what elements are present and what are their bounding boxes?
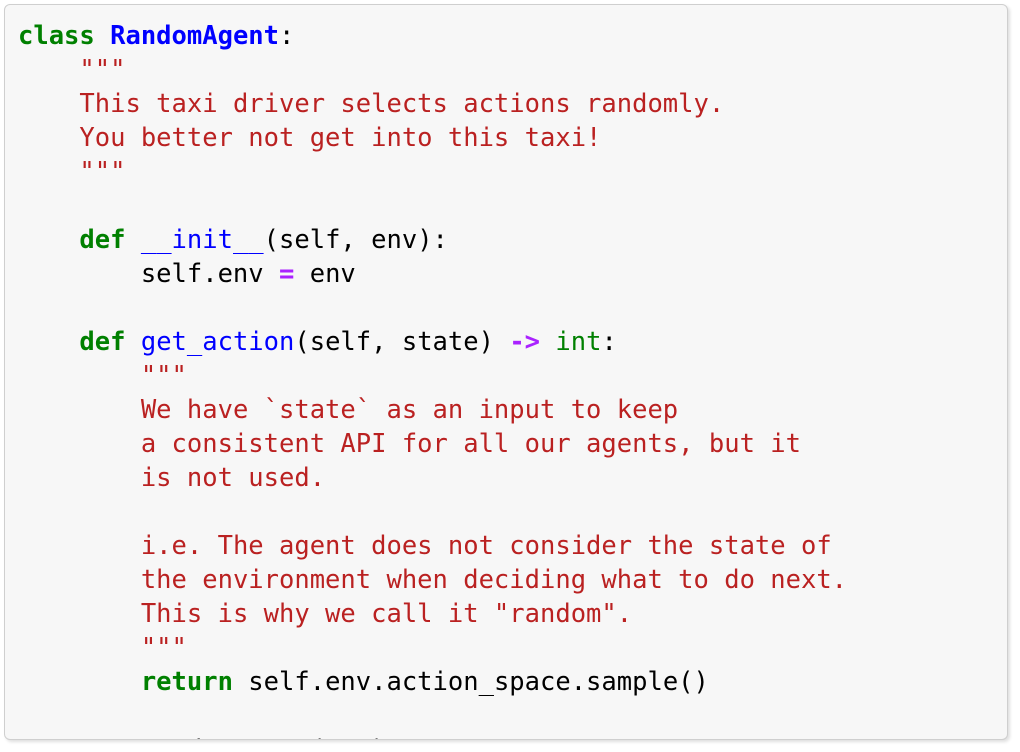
code-token: """ [140,361,187,391]
code-line: We have `state` as an input to keep [18,393,847,427]
code-line: self.env = env [18,257,847,291]
code-token: = [110,735,125,739]
code-line: You better not get into this taxi! [18,121,847,155]
code-token: : [601,327,617,357]
code-block[interactable]: class RandomAgent: """ This taxi driver … [18,19,847,739]
code-token: the environment when deciding what to do… [140,565,848,595]
code-token: = [279,259,295,289]
code-line: i.e. The agent does not consider the sta… [18,529,847,563]
code-token: int [555,327,602,357]
code-token: This taxi driver selects actions randoml… [79,89,725,119]
code-token: a consistent API for all our agents, but… [140,429,801,459]
code-line: """ [18,631,847,665]
code-token: RandomAgent(env) [141,735,387,739]
code-token: self.env.action_space.sample() [232,667,709,697]
code-line: """ [18,53,847,87]
code-token: i.e. The agent does not consider the sta… [140,531,832,561]
code-token: is not used. [140,463,326,493]
code-token: : [279,21,295,51]
code-token: env [294,259,356,289]
code-token: return [140,667,233,697]
code-line: This taxi driver selects actions randoml… [18,87,847,121]
code-token: agent [18,735,110,739]
code-token: This is why we call it "random". [140,599,633,629]
code-line: """ [18,155,847,189]
code-line: def __init__(self, env): [18,223,847,257]
code-token: self.env [18,259,279,289]
code-line: """ [18,359,847,393]
code-line: the environment when deciding what to do… [18,563,847,597]
code-line: def get_action(self, state) -> int: [18,325,847,359]
code-line: a consistent API for all our agents, but… [18,427,847,461]
code-token: get_action [140,327,295,357]
code-line: is not used. [18,461,847,495]
code-token: RandomAgent [110,21,280,51]
code-token: def [79,327,126,357]
code-line: return self.env.action_space.sample() [18,665,847,699]
code-token: """ [79,55,126,85]
code-token: We have `state` as an input to keep [140,395,679,425]
code-snippet-card: class RandomAgent: """ This taxi driver … [4,4,1008,740]
code-token: class [18,21,95,51]
code-token: def [79,225,126,255]
code-token: __init__ [140,225,264,255]
code-token: (self, env): [263,225,448,255]
code-token: """ [79,157,126,187]
code-token: (self, state) [294,327,510,357]
code-line: class RandomAgent: [18,19,847,53]
code-token: """ [140,633,187,663]
code-line: This is why we call it "random". [18,597,847,631]
code-line: agent = RandomAgent(env) [18,733,847,739]
code-token: -> [509,327,541,357]
code-token: You better not get into this taxi! [79,123,602,153]
